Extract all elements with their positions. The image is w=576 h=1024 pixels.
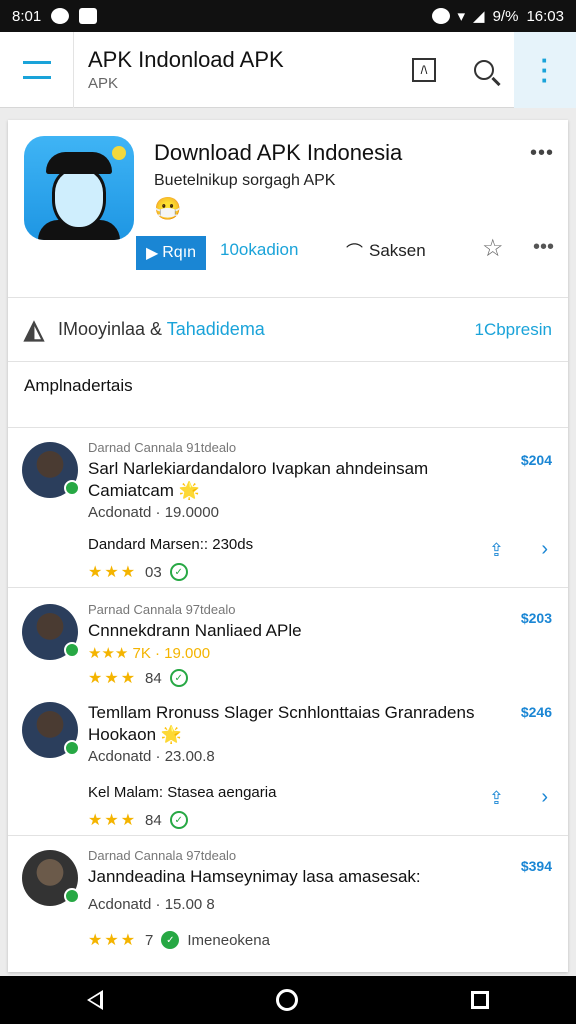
share-button[interactable]: ⌒ Saksen: [346, 238, 426, 263]
home-icon[interactable]: [275, 989, 298, 1011]
check-icon: ✓: [169, 811, 188, 829]
run-button[interactable]: ▶ Rqın: [136, 236, 206, 270]
item-rating: ★★★ 84 ✓: [88, 810, 188, 830]
share-icon: ⌒: [346, 243, 363, 262]
app-title-block: APK Indonload APK APK: [74, 47, 394, 92]
notification-icon: [51, 8, 70, 24]
item-price: $204: [520, 452, 552, 468]
stars-icon: ★★★: [88, 564, 138, 581]
developer-row[interactable]: ◭ IMooyinlaa & Tahadidema 1Cbpresin: [8, 298, 568, 362]
developer-logo-icon: ◭: [24, 314, 44, 344]
item-title: Cnnnekdrann Nanliaed APle: [88, 621, 302, 640]
status-clock: 16:03: [526, 7, 564, 25]
more-icon[interactable]: •••: [530, 142, 554, 165]
avatar: [22, 850, 80, 906]
back-icon[interactable]: [86, 990, 103, 1010]
item-price: $394: [520, 858, 552, 874]
status-time-left: 8:01: [12, 7, 42, 25]
stars-icon: ★★★: [88, 670, 138, 687]
item-rating: ★★★ 84 ✓: [88, 668, 188, 688]
app-detail-card: Download APK Indonesia Buetelnikup sorga…: [8, 120, 568, 972]
section-title: Amplnadertais: [8, 362, 568, 428]
box-icon: /\: [412, 57, 436, 82]
play-icon: ▶: [145, 245, 159, 262]
item-meta: Darnad Cannala 91tdealo: [88, 440, 237, 455]
avatar: [22, 604, 80, 660]
system-nav-bar: [0, 976, 576, 1024]
menu-button[interactable]: [0, 31, 74, 108]
vertical-dots-icon: · · ·: [540, 44, 550, 95]
search-icon: [474, 59, 494, 80]
app-subtitle: APK: [88, 75, 119, 92]
app-header: Download APK Indonesia Buetelnikup sorga…: [8, 120, 568, 298]
search-button[interactable]: [454, 32, 514, 108]
list-item[interactable]: Darnad Cannala 91tdealo Sarl Narlekiarda…: [8, 428, 568, 588]
verified-badge-icon: [64, 888, 80, 904]
check-icon: ✓: [169, 669, 188, 687]
check-icon: ✓: [161, 931, 180, 949]
item-rating: ★★★ 7 ✓ Imeneokena: [88, 931, 270, 949]
item-line1: Acdonatd · 19.0000: [88, 504, 219, 521]
list-item[interactable]: Darnad Cannala 97tdealo Janndeadina Hams…: [8, 836, 568, 972]
download-link[interactable]: 10okadion: [220, 240, 298, 260]
item-line2: Dandard Marsen:: 230ds: [88, 536, 254, 553]
app-name: Download APK Indonesia: [154, 140, 403, 165]
chevron-right-icon[interactable]: ›: [541, 786, 548, 809]
mail-icon: [79, 8, 98, 24]
hamburger-icon: [22, 60, 51, 79]
list-item[interactable]: Parnad Cannala 97tdealo Cnnnekdrann Nanl…: [8, 588, 568, 688]
avatar: [22, 702, 80, 758]
item-line1: Acdonatd · 15.00 8: [88, 896, 215, 913]
stars-icon: ★★★: [88, 812, 138, 829]
more-options-icon[interactable]: •••: [533, 236, 554, 259]
item-rating: ★★★ 03 ✓: [88, 562, 188, 582]
status-bar: 8:01 ▾ ◢ 9/% 16:03: [0, 0, 576, 32]
share-label: Saksen: [369, 240, 426, 260]
developer-name: IMooyinlaa & Tahadidema: [58, 319, 265, 339]
overflow-menu-button[interactable]: · · ·: [514, 31, 576, 108]
app-icon: [24, 136, 134, 240]
alarm-icon: [431, 8, 450, 24]
avatar: [22, 442, 80, 498]
stars-icon: ★★★: [88, 932, 138, 949]
item-line1: ★★★ 7K · 19.000: [88, 645, 211, 662]
view-toggle-button[interactable]: /\: [394, 32, 454, 108]
item-price: $203: [520, 610, 552, 626]
check-icon: ✓: [169, 563, 188, 581]
item-title: Janndeadina Hamseynimay lasa amasesak:: [88, 867, 421, 886]
item-extra: Imeneokena: [187, 931, 270, 949]
app-title: APK Indonload APK: [88, 47, 284, 72]
item-title: Sarl Narlekiardandaloro Ivapkan ahndeins…: [88, 459, 429, 500]
wifi-icon: ▾: [457, 8, 466, 25]
run-label: Rqın: [162, 244, 197, 261]
verified-badge-icon: [64, 740, 80, 756]
developer-link[interactable]: 1Cbpresin: [475, 320, 553, 340]
app-tagline: Buetelnikup sorgagh APK: [154, 172, 336, 189]
app-bar: APK Indonload APK APK /\ · · ·: [0, 31, 576, 108]
verified-badge-icon: [64, 480, 80, 496]
verified-badge-icon: [64, 642, 80, 658]
share-icon[interactable]: ⇪: [489, 788, 504, 809]
signal-icon: ◢: [473, 8, 485, 25]
item-meta: Darnad Cannala 97tdealo: [88, 848, 237, 863]
recents-icon[interactable]: [471, 991, 490, 1009]
favorite-star-icon[interactable]: ☆: [482, 234, 504, 263]
chevron-right-icon[interactable]: ›: [541, 538, 548, 561]
item-meta: Parnad Cannala 97tdealo: [88, 602, 236, 617]
item-title: Temllam Rronuss Slager Scnhlonttaias Gra…: [88, 703, 475, 744]
list-item[interactable]: Temllam Rronuss Slager Scnhlonttaias Gra…: [8, 688, 568, 836]
item-line1: Acdonatd · 23.00.8: [88, 748, 215, 765]
share-icon[interactable]: ⇪: [489, 540, 504, 561]
item-price: $246: [520, 704, 552, 720]
emoji-icon: 😷: [154, 196, 182, 221]
battery-text: 9/%: [492, 7, 519, 25]
item-line2: Kel Malam: Stasea aengaria: [88, 784, 277, 801]
